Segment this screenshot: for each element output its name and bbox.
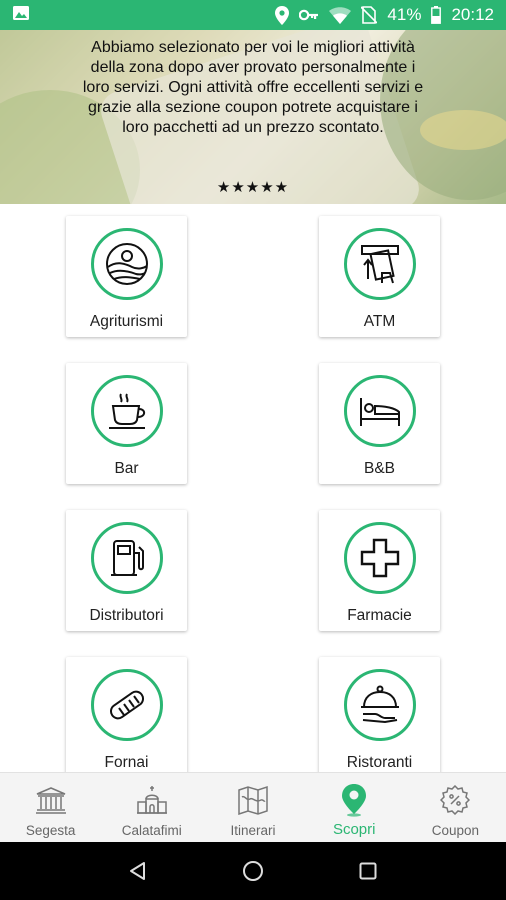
- nav-item-segesta[interactable]: Segesta: [0, 773, 101, 842]
- battery-icon: [431, 6, 442, 24]
- bed-icon: [344, 375, 416, 447]
- nav-item-calatafimi[interactable]: Calatafimi: [101, 773, 202, 842]
- wifi-icon: [329, 6, 352, 24]
- nav-label: Itinerari: [230, 823, 276, 838]
- no-sim-icon: [361, 6, 378, 24]
- nav-item-scopri[interactable]: Scopri: [304, 773, 405, 842]
- fuel-pump-icon: [91, 522, 163, 594]
- category-label: Fornai: [104, 754, 149, 771]
- nav-label: Scopri: [332, 821, 376, 838]
- category-label: Ristoranti: [346, 754, 413, 771]
- nav-label: Coupon: [431, 823, 480, 838]
- location-icon: [275, 5, 290, 25]
- category-card-fornai[interactable]: Fornai: [66, 657, 187, 772]
- restaurant-cloche-icon: [344, 669, 416, 741]
- back-icon[interactable]: [118, 851, 158, 891]
- category-label: ATM: [363, 313, 396, 330]
- key-icon: [299, 9, 319, 21]
- category-card-bnb[interactable]: B&B: [319, 363, 440, 484]
- coupon-badge-icon: [440, 785, 471, 815]
- hero-description: Abbiamo selezionato per voi le migliori …: [82, 39, 424, 136]
- home-icon[interactable]: [233, 851, 273, 891]
- coffee-cup-icon: [91, 375, 163, 447]
- nav-item-itinerari[interactable]: Itinerari: [202, 773, 303, 842]
- category-card-agriturismi[interactable]: Agriturismi: [66, 216, 187, 337]
- category-card-bar[interactable]: Bar: [66, 363, 187, 484]
- category-label: Farmacie: [347, 607, 412, 624]
- status-bar: 41% 20:12: [0, 0, 506, 30]
- app-screen: 41% 20:12 Abbiamo selezionato per voi le…: [0, 0, 506, 900]
- pharmacy-cross-icon: [344, 522, 416, 594]
- category-label: Agriturismi: [89, 313, 164, 330]
- nav-item-coupon[interactable]: Coupon: [405, 773, 506, 842]
- church-icon: [136, 785, 168, 815]
- category-card-atm[interactable]: ATM: [319, 216, 440, 337]
- battery-level: 41%: [387, 5, 422, 24]
- hero-banner: Abbiamo selezionato per voi le migliori …: [0, 30, 506, 204]
- farm-landscape-icon: [91, 228, 163, 300]
- map-icon: [237, 785, 269, 815]
- temple-icon: [35, 785, 67, 815]
- recents-icon[interactable]: [348, 851, 388, 891]
- bottom-navigation: Segesta Calatafimi Itinerari Scopri Coup…: [0, 772, 506, 842]
- category-card-farmacie[interactable]: Farmacie: [319, 510, 440, 631]
- category-card-ristoranti[interactable]: Ristoranti: [319, 657, 440, 772]
- image-icon: [12, 4, 30, 27]
- bread-icon: [91, 669, 163, 741]
- clock: 20:12: [451, 5, 494, 24]
- category-label: B&B: [363, 460, 395, 477]
- nav-label: Calatafimi: [121, 823, 182, 838]
- rating-stars: ★★★★★: [216, 179, 290, 196]
- system-navigation-bar: [0, 842, 506, 900]
- category-card-distributori[interactable]: Distributori: [66, 510, 187, 631]
- location-pin-icon: [341, 784, 367, 817]
- nav-label: Segesta: [25, 823, 76, 838]
- atm-card-icon: [344, 228, 416, 300]
- category-grid: Agriturismi ATM Bar B&B Distributori Far…: [0, 204, 506, 772]
- category-label: Bar: [114, 460, 139, 477]
- category-label: Distributori: [89, 607, 164, 624]
